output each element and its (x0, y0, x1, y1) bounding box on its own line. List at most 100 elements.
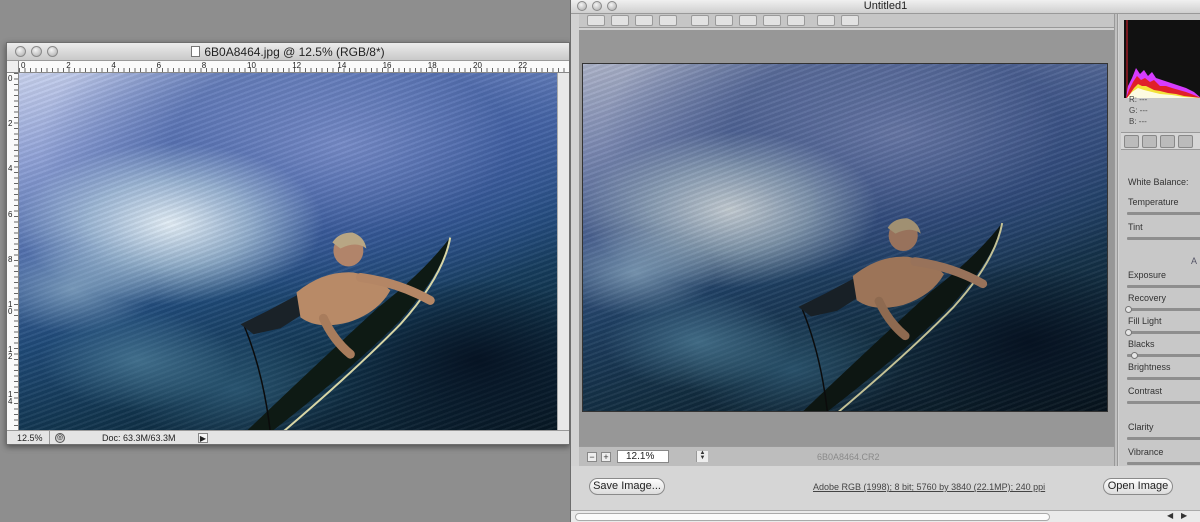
rotate-left-icon[interactable] (817, 15, 835, 26)
fill-light-slider[interactable] (1125, 329, 1200, 336)
document-titlebar[interactable]: 6B0A8464.jpg @ 12.5% (RGB/8*) (7, 43, 569, 61)
tint-slider[interactable] (1127, 237, 1200, 240)
exposure-label: Exposure (1128, 270, 1167, 280)
straighten-tool-icon[interactable] (715, 15, 733, 26)
recovery-slider-knob[interactable] (1125, 306, 1132, 313)
zoom-level[interactable]: 12.5% (17, 433, 43, 443)
hand-tool-icon[interactable] (611, 15, 629, 26)
recovery-label: Recovery (1128, 293, 1167, 303)
document-size: Doc: 63.3M/63.3M (102, 433, 176, 443)
zoom-tool-icon[interactable] (587, 15, 605, 26)
ruler-h-label: 14 (337, 61, 347, 70)
clarity-slider[interactable] (1127, 437, 1200, 440)
document-canvas-image[interactable] (19, 73, 558, 432)
ruler-v-label: 4 (8, 164, 13, 174)
zoom-level-field[interactable]: 12.1% ▲ ▼ (617, 450, 708, 463)
status-divider (49, 431, 50, 444)
vibrance-label: Vibrance (1128, 447, 1164, 457)
zoom-out-button[interactable]: − (587, 452, 597, 462)
camera-raw-window[interactable]: Untitled1 − + 12.1% ▲ ▼ 6B0A8464.CR2 R: … (570, 0, 1200, 522)
ruler-h-label: 6 (156, 61, 162, 70)
ruler-h-label: 10 (247, 61, 256, 70)
status-bar: 12.5% ◎ Doc: 63.3M/63.3M ▶ (7, 430, 569, 444)
blue-readout: B: --- (1129, 117, 1147, 126)
ruler-v-label: 8 (8, 254, 13, 264)
scroll-left-arrow-icon[interactable]: ◀ (1167, 511, 1173, 520)
ruler-v-label: 6 (8, 209, 13, 219)
contrast-slider[interactable] (1127, 401, 1200, 404)
vertical-ruler[interactable]: 0 2 4 6 8 10 12 14 (7, 73, 19, 430)
temperature-slider[interactable] (1127, 212, 1200, 215)
preferences-icon[interactable] (787, 15, 805, 26)
brightness-label: Brightness (1128, 362, 1171, 372)
histogram-graph (1126, 20, 1200, 98)
rgb-readout: R: --- G: --- B: --- (1129, 94, 1148, 127)
red-readout: R: --- (1129, 95, 1148, 104)
clarity-label: Clarity (1128, 422, 1154, 432)
green-readout: G: --- (1129, 106, 1148, 115)
brightness-slider[interactable] (1127, 377, 1200, 380)
white-balance-tool-icon[interactable] (635, 15, 653, 26)
fill-light-label: Fill Light (1128, 316, 1162, 326)
ruler-h-label: 18 (427, 61, 437, 70)
histogram (1124, 20, 1200, 98)
temperature-label: Temperature (1128, 197, 1179, 207)
horizontal-scrollbar[interactable]: ◀ ▶ (571, 510, 1200, 522)
fill-light-slider-knob[interactable] (1125, 329, 1132, 336)
document-title-text: 6B0A8464.jpg @ 12.5% (RGB/8*) (204, 45, 385, 59)
vertical-scrollbar[interactable] (557, 73, 569, 430)
raw-preview-image[interactable] (582, 63, 1108, 412)
ruler-h-label: 12 (292, 61, 302, 70)
ruler-h-label: 2 (66, 61, 71, 70)
ruler-v-label: 2 (8, 119, 13, 129)
file-icon (191, 46, 201, 57)
hsl-tab-icon[interactable] (1178, 135, 1193, 148)
ruler-h-label: 16 (382, 61, 392, 70)
scroll-right-arrow-icon[interactable]: ▶ (1181, 511, 1187, 520)
adjustments-panel: R: --- G: --- B: --- White Balance: Temp… (1119, 14, 1200, 466)
surfer-illustration (240, 232, 452, 432)
rotate-right-icon[interactable] (841, 15, 859, 26)
camera-raw-title: Untitled1 (863, 0, 908, 12)
ruler-origin[interactable] (7, 61, 19, 73)
save-image-button[interactable]: Save Image... (589, 478, 665, 495)
red-eye-tool-icon[interactable] (763, 15, 781, 26)
scrollbar-thumb[interactable] (575, 513, 1050, 521)
navigator-icon[interactable]: ◎ (55, 433, 65, 443)
detail-tab-icon[interactable] (1160, 135, 1175, 148)
ruler-v-label: 14 (8, 390, 13, 407)
preview-area[interactable] (579, 30, 1114, 446)
exposure-slider[interactable] (1127, 285, 1200, 288)
status-menu-arrow-icon[interactable]: ▶ (198, 433, 208, 443)
surfer-illustration (798, 218, 1004, 411)
open-image-button[interactable]: Open Image (1103, 478, 1173, 495)
blacks-slider[interactable] (1127, 352, 1200, 359)
tint-label: Tint (1128, 222, 1143, 232)
ruler-h-label: 20 (473, 61, 482, 70)
camera-raw-titlebar[interactable]: Untitled1 (571, 0, 1200, 14)
raw-filename: 6B0A8464.CR2 (817, 452, 880, 462)
contrast-label: Contrast (1128, 386, 1163, 396)
zoom-level-value: 12.1% (626, 451, 655, 462)
workflow-options-link[interactable]: Adobe RGB (1998); 8 bit; 5760 by 3840 (2… (813, 482, 1045, 492)
zoom-in-button[interactable]: + (601, 452, 611, 462)
document-title: 6B0A8464.jpg @ 12.5% (RGB/8*) (7, 45, 569, 59)
ruler-v-label: 0 (8, 74, 13, 83)
tone-curve-tab-icon[interactable] (1142, 135, 1157, 148)
camera-raw-toolbar (579, 14, 1114, 28)
basic-tab-icon[interactable] (1124, 135, 1139, 148)
ruler-h-label: 0 (21, 61, 26, 70)
color-sampler-tool-icon[interactable] (659, 15, 677, 26)
horizontal-ruler[interactable]: 0 2 4 6 8 10 12 14 16 18 20 22 (19, 61, 569, 73)
vibrance-slider[interactable] (1127, 462, 1200, 465)
document-window[interactable]: 6B0A8464.jpg @ 12.5% (RGB/8*) 0 2 4 6 8 10 12 1… (6, 42, 570, 445)
ruler-v-label: 10 (8, 300, 13, 316)
retouch-tool-icon[interactable] (739, 15, 757, 26)
recovery-slider[interactable] (1125, 306, 1200, 313)
preview-footer: − + 12.1% ▲ ▼ 6B0A8464.CR2 (579, 446, 1114, 466)
auto-link[interactable]: A (1191, 256, 1197, 266)
ruler-h-label: 22 (518, 61, 528, 70)
zoom-stepper-icon[interactable]: ▲ ▼ (696, 450, 708, 462)
crop-tool-icon[interactable] (691, 15, 709, 26)
blacks-slider-knob[interactable] (1131, 352, 1138, 359)
